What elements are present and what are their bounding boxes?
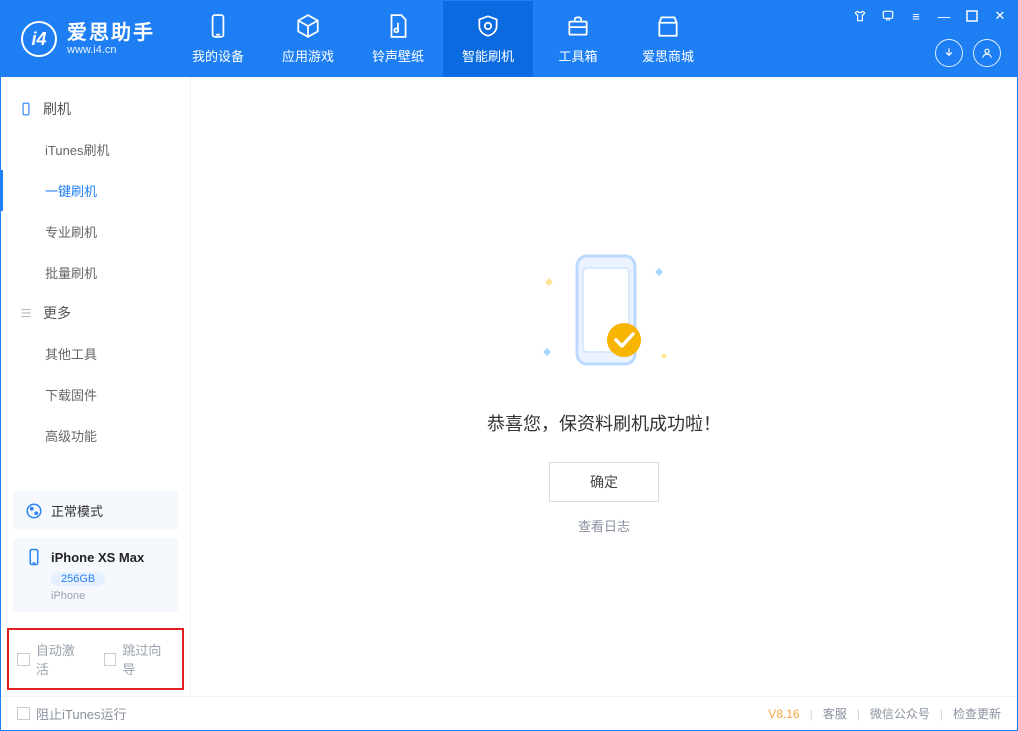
statusbar: 阻止iTunes运行 V8.16 | 客服 | 微信公众号 | 检查更新 xyxy=(1,696,1017,730)
minimize-button[interactable]: — xyxy=(937,9,951,23)
brand-name: 爱思助手 xyxy=(67,22,155,44)
checkbox-block-itunes[interactable]: 阻止iTunes运行 xyxy=(17,704,127,723)
sidebar-item-download-firmware[interactable]: 下载固件 xyxy=(45,374,190,415)
tab-label: 智能刷机 xyxy=(462,46,514,65)
phone-outline-icon xyxy=(19,102,33,116)
sidebar-scroll: 刷机 iTunes刷机 一键刷机 专业刷机 批量刷机 更多 其他工具 下载固件 … xyxy=(1,77,190,481)
checkbox-icon xyxy=(17,707,30,720)
tab-label: 铃声壁纸 xyxy=(372,46,424,65)
version-label: V8.16 xyxy=(768,707,799,721)
window-controls: ≡ — ✕ xyxy=(853,9,1007,23)
logo-letter: i4 xyxy=(31,29,46,50)
sidebar-items-more: 其他工具 下载固件 高级功能 xyxy=(1,333,190,456)
cube-icon xyxy=(295,13,321,39)
feedback-icon[interactable] xyxy=(881,9,895,23)
separator: | xyxy=(940,707,943,721)
menu-icon[interactable]: ≡ xyxy=(909,9,923,23)
store-icon xyxy=(655,13,681,39)
close-button[interactable]: ✕ xyxy=(993,9,1007,23)
footer-right: V8.16 | 客服 | 微信公众号 | 检查更新 xyxy=(768,705,1001,722)
maximize-button[interactable] xyxy=(965,9,979,23)
tab-toolbox[interactable]: 工具箱 xyxy=(533,1,623,77)
ok-button[interactable]: 确定 xyxy=(549,462,659,502)
tshirt-icon[interactable] xyxy=(853,9,867,23)
highlight-box: 自动激活 跳过向导 xyxy=(7,628,184,690)
wechat-link[interactable]: 微信公众号 xyxy=(870,705,930,722)
device-type: iPhone xyxy=(51,590,166,602)
device-phone-icon xyxy=(25,548,43,566)
titlebar: i4 爱思助手 www.i4.cn 我的设备 应用游戏 铃声壁纸 智能刷机 xyxy=(1,1,1017,77)
checkbox-icon xyxy=(104,653,117,666)
mode-icon xyxy=(25,502,43,520)
main-panel: 恭喜您，保资料刷机成功啦！ 确定 查看日志 xyxy=(191,77,1017,696)
download-icon[interactable] xyxy=(935,39,963,67)
sidebar: 刷机 iTunes刷机 一键刷机 专业刷机 批量刷机 更多 其他工具 下载固件 … xyxy=(1,77,191,696)
logo-icon: i4 xyxy=(21,21,57,57)
body: 刷机 iTunes刷机 一键刷机 专业刷机 批量刷机 更多 其他工具 下载固件 … xyxy=(1,77,1017,696)
device-card[interactable]: iPhone XS Max 256GB iPhone xyxy=(13,538,178,612)
music-file-icon xyxy=(385,13,411,39)
separator: | xyxy=(857,707,860,721)
tab-flash[interactable]: 智能刷机 xyxy=(443,1,533,77)
sidebar-bottom: 正常模式 iPhone XS Max 256GB iPhone xyxy=(1,481,190,620)
app-window: i4 爱思助手 www.i4.cn 我的设备 应用游戏 铃声壁纸 智能刷机 xyxy=(0,0,1018,731)
checkbox-auto-activate[interactable]: 自动激活 xyxy=(17,640,88,678)
support-link[interactable]: 客服 xyxy=(823,705,847,722)
device-name: iPhone XS Max xyxy=(51,550,144,565)
list-icon xyxy=(19,306,33,320)
checkbox-label: 跳过向导 xyxy=(122,640,174,678)
logo-text: 爱思助手 www.i4.cn xyxy=(67,22,155,56)
checkbox-skip-guide[interactable]: 跳过向导 xyxy=(104,640,175,678)
sidebar-item-advanced[interactable]: 高级功能 xyxy=(45,415,190,456)
header-right: ≡ — ✕ xyxy=(853,1,1007,77)
sidebar-section-title: 更多 xyxy=(43,303,71,323)
sidebar-item-itunes-flash[interactable]: iTunes刷机 xyxy=(45,129,190,170)
sidebar-section-flash: 刷机 xyxy=(1,89,190,129)
tab-ringtones[interactable]: 铃声壁纸 xyxy=(353,1,443,77)
user-icon[interactable] xyxy=(973,39,1001,67)
sidebar-item-batch-flash[interactable]: 批量刷机 xyxy=(45,252,190,293)
separator: | xyxy=(810,707,813,721)
tab-my-device[interactable]: 我的设备 xyxy=(173,1,263,77)
sidebar-section-title: 刷机 xyxy=(43,99,71,119)
mode-card[interactable]: 正常模式 xyxy=(13,491,178,530)
sidebar-item-oneclick-flash[interactable]: 一键刷机 xyxy=(45,170,190,211)
logo: i4 爱思助手 www.i4.cn xyxy=(1,1,173,77)
sidebar-section-more: 更多 xyxy=(1,293,190,333)
tab-label: 爱思商城 xyxy=(642,46,694,65)
main-tabs: 我的设备 应用游戏 铃声壁纸 智能刷机 工具箱 爱思商城 xyxy=(173,1,713,77)
tab-label: 我的设备 xyxy=(192,46,244,65)
success-message: 恭喜您，保资料刷机成功啦！ xyxy=(487,410,721,436)
tab-apps[interactable]: 应用游戏 xyxy=(263,1,353,77)
tab-label: 工具箱 xyxy=(558,46,597,65)
success-illustration xyxy=(529,238,679,388)
sidebar-items-flash: iTunes刷机 一键刷机 专业刷机 批量刷机 xyxy=(1,129,190,293)
sidebar-item-other-tools[interactable]: 其他工具 xyxy=(45,333,190,374)
phone-icon xyxy=(205,13,231,39)
tab-store[interactable]: 爱思商城 xyxy=(623,1,713,77)
mode-label: 正常模式 xyxy=(51,501,103,520)
check-update-link[interactable]: 检查更新 xyxy=(953,705,1001,722)
toolbox-icon xyxy=(565,13,591,39)
sidebar-item-pro-flash[interactable]: 专业刷机 xyxy=(45,211,190,252)
device-storage-badge: 256GB xyxy=(51,572,105,586)
checkbox-label: 阻止iTunes运行 xyxy=(36,704,127,723)
footer-left: 阻止iTunes运行 xyxy=(17,704,127,723)
checkbox-icon xyxy=(17,653,30,666)
view-log-link[interactable]: 查看日志 xyxy=(578,516,630,535)
brand-site: www.i4.cn xyxy=(67,44,155,56)
checkbox-label: 自动激活 xyxy=(36,640,88,678)
header-action-icons xyxy=(935,39,1007,67)
tab-label: 应用游戏 xyxy=(282,46,334,65)
refresh-shield-icon xyxy=(475,13,501,39)
